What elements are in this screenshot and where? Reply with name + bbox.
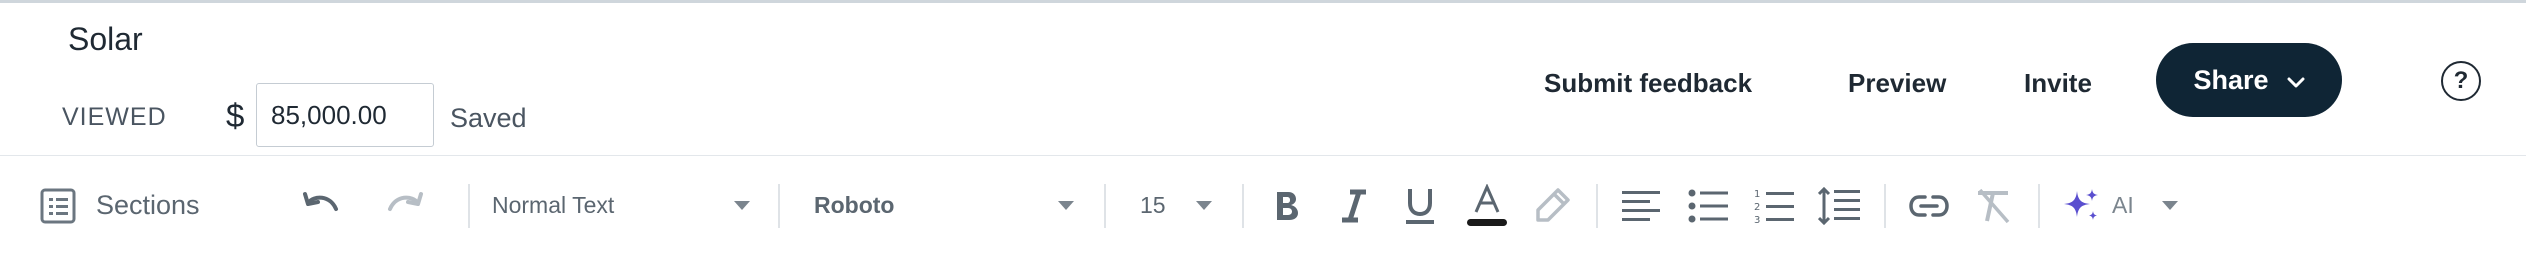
text-style-dropdown[interactable]: Normal Text [492, 156, 750, 254]
preview-button[interactable]: Preview [1848, 65, 1946, 101]
sections-icon [40, 188, 76, 224]
share-button[interactable]: Share [2156, 43, 2342, 117]
link-button[interactable] [1908, 156, 1950, 254]
chevron-down-icon [2161, 201, 2178, 210]
currency-symbol: $ [226, 97, 245, 134]
font-size-dropdown[interactable]: 15 [1140, 156, 1212, 254]
bold-icon [1272, 189, 1302, 223]
undo-icon [302, 191, 340, 221]
toolbar-divider [1884, 184, 1886, 228]
ai-sparkle-icon [2062, 187, 2100, 225]
numbered-list-icon: 1 2 3 [1754, 187, 1794, 225]
redo-button[interactable] [386, 156, 424, 254]
ai-label: AI [2112, 192, 2134, 218]
toolbar-divider [1104, 184, 1106, 228]
font-size-value: 15 [1140, 192, 1166, 218]
clear-formatting-button[interactable] [1974, 156, 2012, 254]
invite-button[interactable]: Invite [2024, 65, 2092, 101]
chevron-down-icon [2287, 65, 2305, 96]
italic-icon [1340, 189, 1368, 223]
document-header: Solar VIEWED $ Saved Submit feedback Pre… [0, 3, 2526, 155]
save-status: Saved [450, 103, 527, 133]
highlight-button[interactable] [1532, 156, 1572, 254]
numbered-list-button[interactable]: 1 2 3 [1754, 156, 1794, 254]
toolbar-divider [2038, 184, 2040, 228]
bold-button[interactable] [1272, 156, 1302, 254]
amount-input[interactable] [256, 83, 434, 147]
line-spacing-icon [1818, 186, 1860, 225]
italic-button[interactable] [1340, 156, 1368, 254]
chevron-down-icon [1196, 201, 1212, 210]
font-family-value: Roboto [814, 192, 895, 218]
chevron-down-icon [734, 201, 750, 210]
toolbar-divider [1242, 184, 1244, 228]
document-title[interactable]: Solar [68, 21, 143, 58]
svg-text:3: 3 [1754, 215, 1760, 225]
font-family-dropdown[interactable]: Roboto [814, 156, 1074, 254]
ai-button[interactable]: AI [2062, 156, 2178, 254]
redo-icon [386, 191, 424, 221]
link-icon [1908, 193, 1950, 219]
text-style-value: Normal Text [492, 192, 615, 218]
undo-button[interactable] [302, 156, 340, 254]
toolbar-divider [778, 184, 780, 228]
toolbar-divider [468, 184, 470, 228]
align-left-icon [1622, 189, 1660, 223]
bullet-list-icon [1688, 189, 1728, 223]
svg-text:1: 1 [1754, 189, 1760, 200]
clear-format-icon [1974, 188, 2012, 224]
text-color-icon [1466, 183, 1508, 228]
sections-label: Sections [96, 190, 200, 220]
help-icon[interactable]: ? [2441, 61, 2481, 101]
underline-icon [1404, 187, 1436, 225]
submit-feedback-button[interactable]: Submit feedback [1544, 65, 1752, 101]
share-label: Share [2193, 64, 2269, 95]
document-status: VIEWED [62, 103, 167, 131]
chevron-down-icon [1058, 201, 1074, 210]
text-color-button[interactable] [1466, 156, 1508, 254]
align-button[interactable] [1622, 156, 1660, 254]
highlight-icon [1532, 186, 1572, 226]
svg-text:2: 2 [1754, 202, 1760, 213]
sections-button[interactable]: Sections [40, 156, 200, 254]
line-spacing-button[interactable] [1818, 156, 1860, 254]
bullet-list-button[interactable] [1688, 156, 1728, 254]
underline-button[interactable] [1404, 156, 1436, 254]
editor-toolbar: Sections Normal Text Roboto 15 1 2 3 AI [0, 155, 2526, 254]
toolbar-divider [1596, 184, 1598, 228]
